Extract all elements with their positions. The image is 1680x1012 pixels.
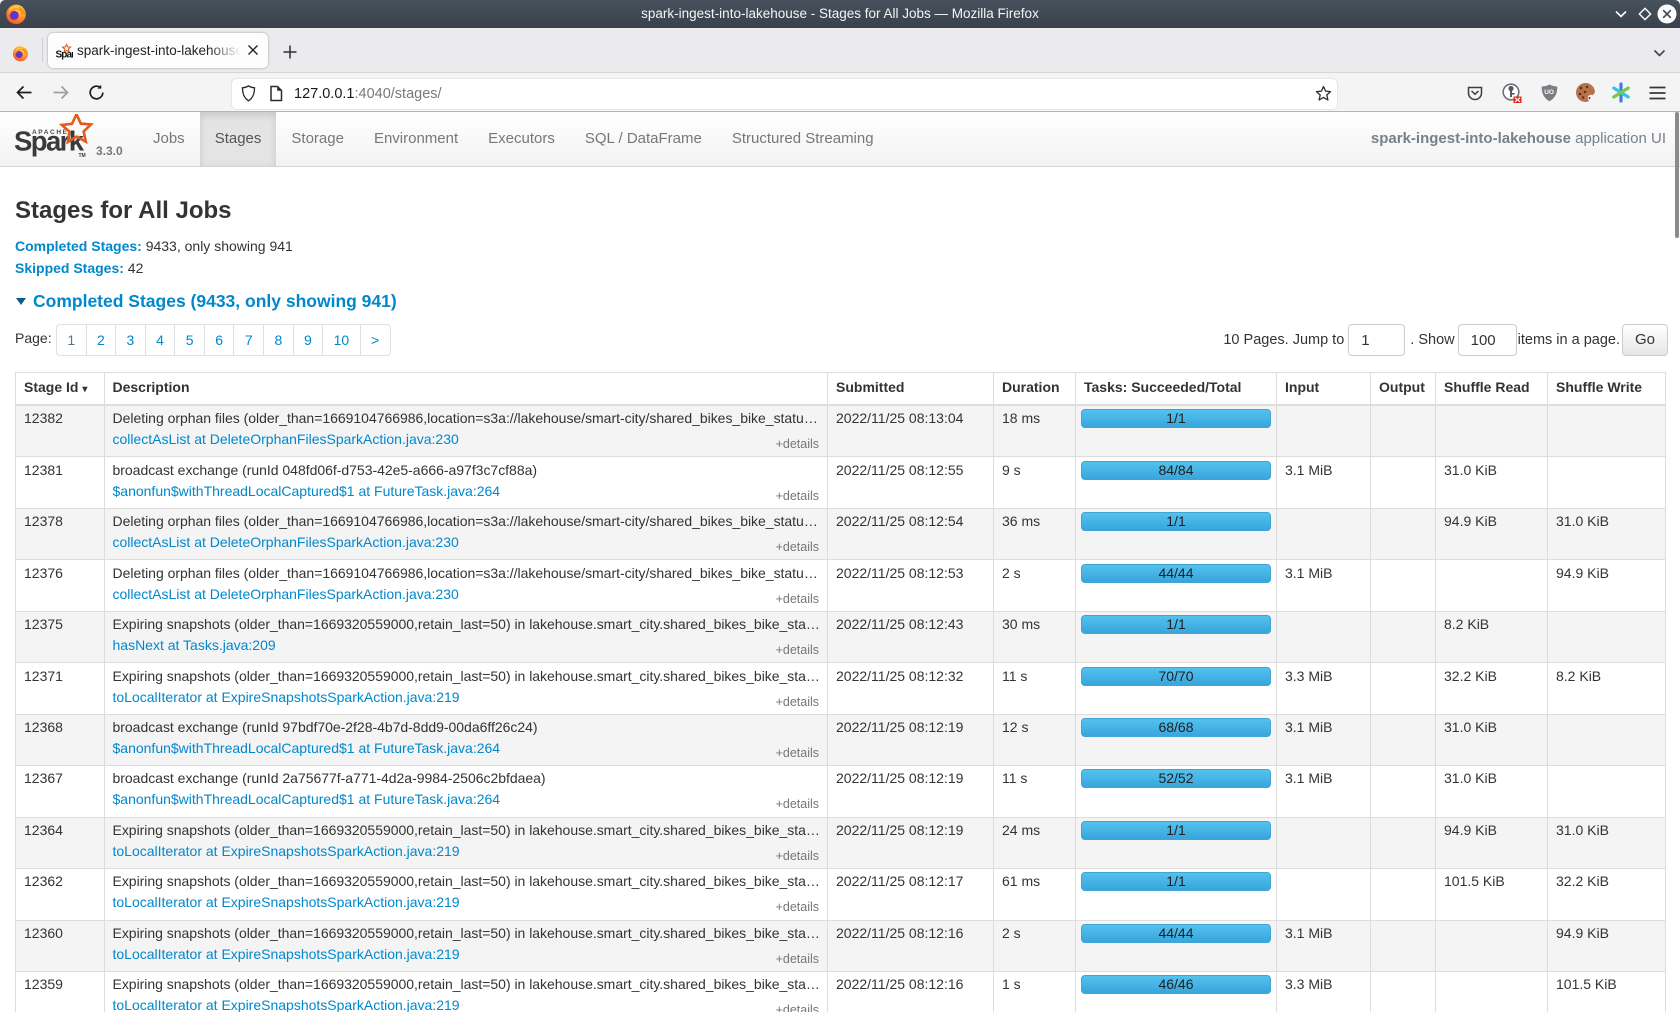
svg-text:Spark: Spark (56, 49, 73, 60)
svg-text:TM: TM (79, 153, 86, 159)
svg-text:UO: UO (1544, 89, 1554, 96)
svg-text:Spark: Spark (15, 126, 85, 157)
